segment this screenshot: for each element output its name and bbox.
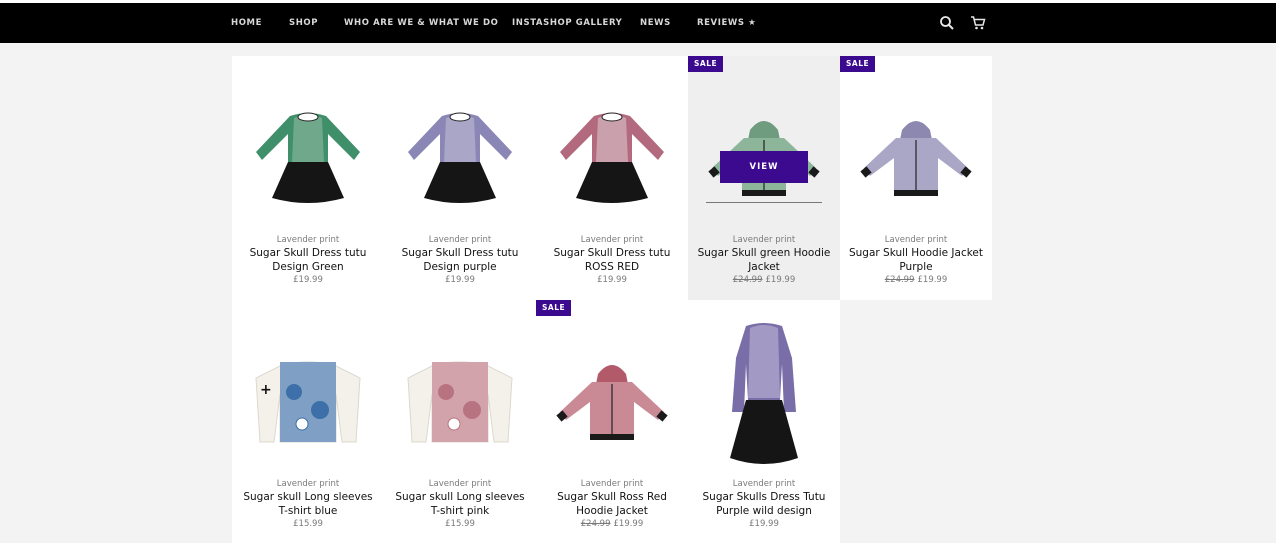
product-title[interactable]: Sugar Skull Ross Red Hoodie Jacket <box>542 490 682 518</box>
product-title[interactable]: Sugar skull Long sleeves T-shirt blue <box>238 490 378 518</box>
product-price: £19.99 <box>692 519 836 529</box>
nav-instashop-gallery[interactable]: INSTASHOP GALLERY <box>512 18 622 28</box>
main-navigation: HOME SHOP WHO ARE WE & WHAT WE DO INSTAS… <box>0 3 1276 43</box>
product-image[interactable]: + <box>232 300 384 478</box>
product-vendor: Lavender print <box>428 235 492 245</box>
current-price: £19.99 <box>597 275 627 285</box>
current-price: £19.99 <box>765 275 796 285</box>
product-vendor: Lavender print <box>580 235 644 245</box>
nav-reviews[interactable]: REVIEWS ★ <box>697 18 756 28</box>
product-price: £19.99 <box>540 275 684 285</box>
product-image[interactable] <box>688 300 840 478</box>
product-title[interactable]: Sugar Skull green Hoodie Jacket <box>694 246 834 274</box>
product-image[interactable] <box>536 56 688 234</box>
product-card[interactable]: VIEW Lavender print Sugar Skull green Hood… <box>688 56 840 300</box>
product-image[interactable] <box>384 300 536 478</box>
original-price: £24.99 <box>884 275 915 285</box>
product-vendor: Lavender print <box>276 235 340 245</box>
product-price: £24.99 £19.99 <box>540 519 684 529</box>
current-price: £19.99 <box>749 519 779 529</box>
product-card[interactable]: Lavender print Sugar Skull Dress tutu ROS… <box>536 56 688 300</box>
nav-shop[interactable]: SHOP <box>289 18 318 28</box>
product-vendor: Lavender print <box>732 235 796 245</box>
current-price: £19.99 <box>613 519 644 529</box>
product-vendor: Lavender print <box>884 235 948 245</box>
product-card[interactable]: Lavender print Sugar skull Long sleeves T… <box>384 300 536 543</box>
product-vendor: Lavender print <box>276 479 340 489</box>
view-button[interactable]: VIEW <box>720 151 808 183</box>
product-card[interactable]: + Lavender print Sugar skull Long sleeves … <box>232 300 384 543</box>
product-price: £15.99 <box>388 519 532 529</box>
product-card[interactable]: Lavender print Sugar Skull Hoodie Jacket … <box>840 56 992 300</box>
current-price: £15.99 <box>293 519 323 529</box>
product-price: £15.99 <box>236 519 380 529</box>
product-price: £19.99 <box>236 275 380 285</box>
product-title[interactable]: Sugar Skull Hoodie Jacket Purple <box>846 246 986 274</box>
sale-badge: SALE <box>688 56 724 72</box>
image-underline <box>706 202 822 203</box>
product-image[interactable] <box>384 56 536 234</box>
product-vendor: Lavender print <box>428 479 492 489</box>
current-price: £19.99 <box>293 275 323 285</box>
product-price: £24.99 £19.99 <box>692 275 836 285</box>
product-image[interactable] <box>232 56 384 234</box>
product-image[interactable] <box>688 56 840 234</box>
nav-who-are-we[interactable]: WHO ARE WE & WHAT WE DO <box>344 18 498 28</box>
original-price: £24.99 <box>732 275 763 285</box>
cart-icon[interactable] <box>970 15 986 31</box>
product-vendor: Lavender print <box>732 479 796 489</box>
product-card[interactable]: Lavender print Sugar Skull Dress tutu Des… <box>384 56 536 300</box>
product-card[interactable]: Lavender print Sugar Skull Ross Red Hoodi… <box>536 300 688 543</box>
nav-home[interactable]: HOME <box>231 18 262 28</box>
current-price: £15.99 <box>445 519 475 529</box>
product-title[interactable]: Sugar skull Long sleeves T-shirt pink <box>390 490 530 518</box>
sale-badge: SALE <box>536 300 572 316</box>
product-title[interactable]: Sugar Skulls Dress Tutu Purple wild desi… <box>694 490 834 518</box>
nav-news[interactable]: NEWS <box>640 18 671 28</box>
product-title[interactable]: Sugar Skull Dress tutu ROSS RED <box>542 246 682 274</box>
sale-badge: SALE <box>840 56 876 72</box>
product-image[interactable] <box>840 56 992 234</box>
product-vendor: Lavender print <box>580 479 644 489</box>
product-price: £24.99 £19.99 <box>844 275 988 285</box>
current-price: £19.99 <box>917 275 948 285</box>
current-price: £19.99 <box>445 275 475 285</box>
product-image[interactable] <box>536 300 688 478</box>
product-card[interactable]: Lavender print Sugar Skulls Dress Tutu Pu… <box>688 300 840 543</box>
product-price: £19.99 <box>388 275 532 285</box>
product-title[interactable]: Sugar Skull Dress tutu Design purple <box>390 246 530 274</box>
original-price: £24.99 <box>580 519 611 529</box>
search-icon[interactable] <box>939 15 955 31</box>
product-title[interactable]: Sugar Skull Dress tutu Design Green <box>238 246 378 274</box>
product-card[interactable]: Lavender print Sugar Skull Dress tutu Des… <box>232 56 384 300</box>
